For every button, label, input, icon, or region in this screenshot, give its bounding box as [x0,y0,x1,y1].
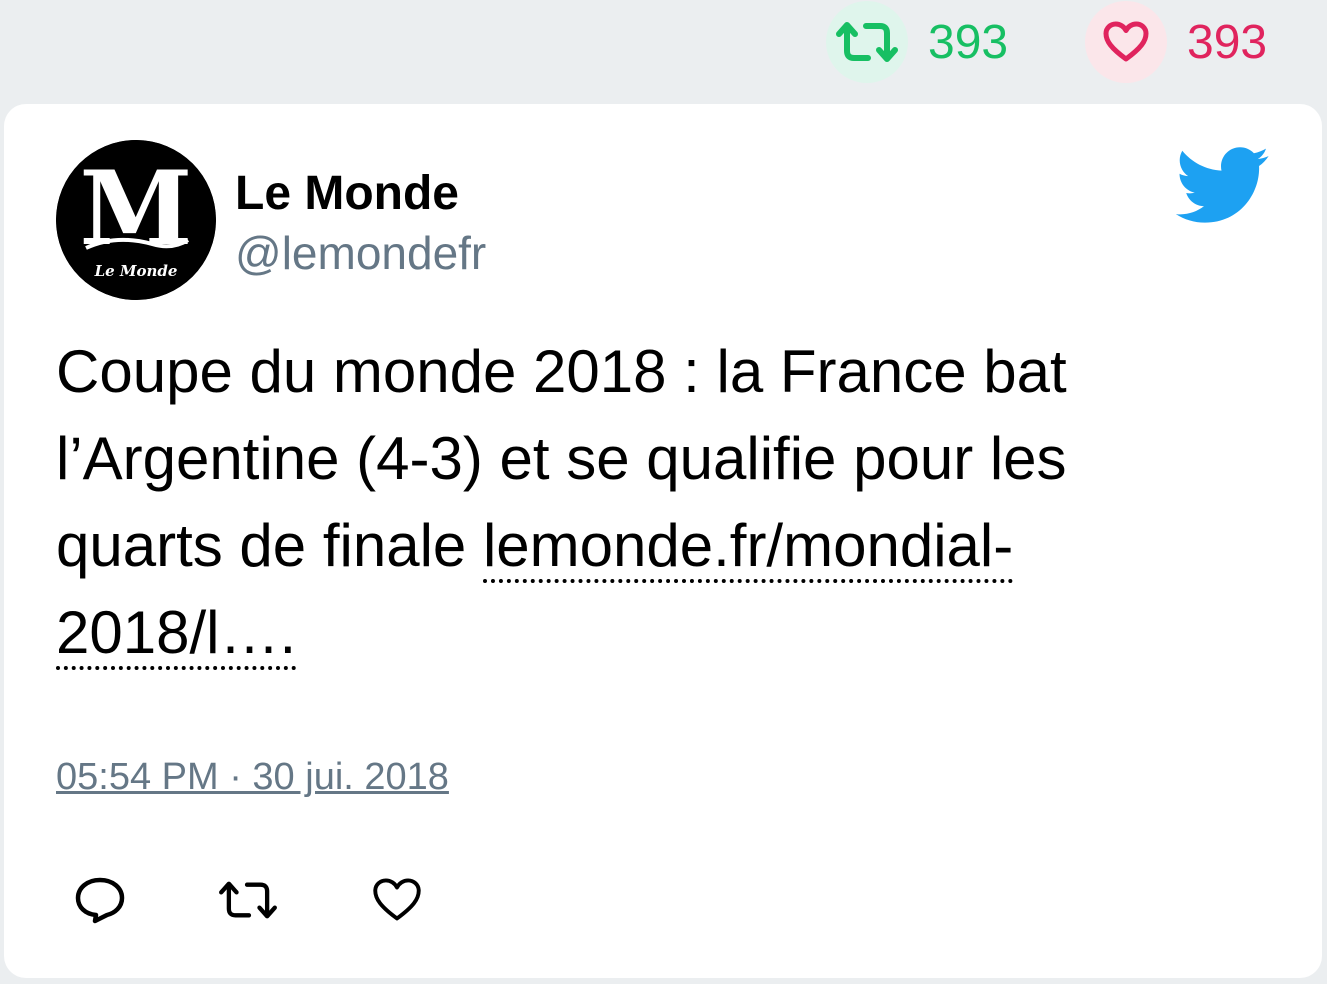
engagement-stats-bar: 393 393 [0,0,1327,84]
tweet-card: M Le Monde Le Monde @lemondefr Coupe du … [4,104,1322,978]
heart-icon[interactable] [372,877,422,923]
retweet-stat[interactable]: 393 [826,0,1008,84]
tweet-actions [74,876,422,924]
svg-text:Le Monde: Le Monde [94,262,178,280]
tweet-text: Coupe du monde 2018 : la France bat l’Ar… [56,328,1236,676]
like-stat[interactable]: 393 [1085,0,1267,84]
retweet-icon[interactable] [216,878,280,922]
svg-text:M: M [80,149,193,269]
twitter-bird-icon[interactable] [1172,144,1270,229]
retweet-count: 393 [928,15,1009,69]
tweet-timestamp[interactable]: 05:54 PM · 30 jui. 2018 [56,756,449,799]
author-handle[interactable]: @lemondefr [235,226,486,280]
heart-icon[interactable] [1085,1,1167,83]
retweet-icon[interactable] [826,1,908,83]
reply-icon[interactable] [74,876,126,924]
like-count: 393 [1187,15,1268,69]
author-display-name[interactable]: Le Monde [235,166,459,221]
le-monde-logo[interactable]: M Le Monde [56,140,216,300]
